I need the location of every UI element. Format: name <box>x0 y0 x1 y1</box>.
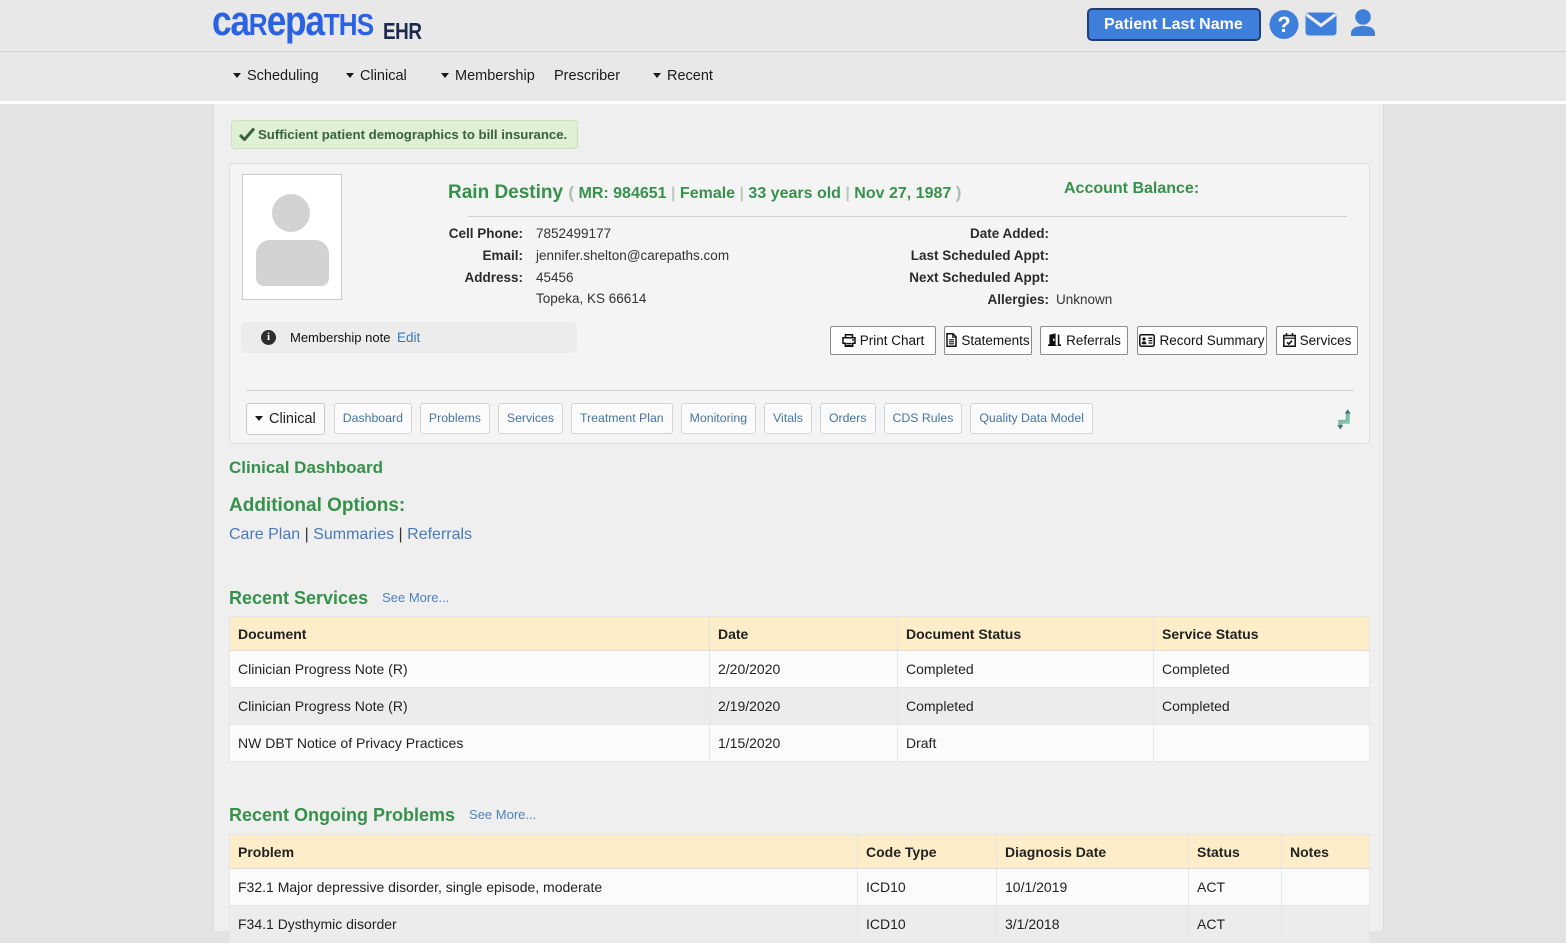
svg-text:?: ? <box>1277 12 1290 37</box>
